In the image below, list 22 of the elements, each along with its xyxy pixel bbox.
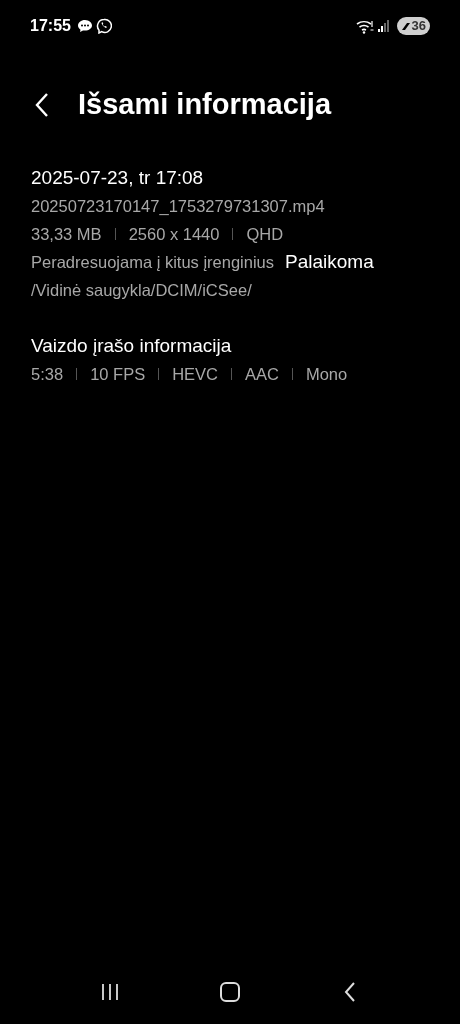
status-time: 17:55 (30, 16, 71, 36)
forwarding-value: Palaikoma (285, 250, 374, 274)
home-button[interactable] (218, 980, 242, 1004)
spec-value: QHD (246, 224, 284, 245)
spec-value: 5:38 (31, 364, 64, 385)
chat-icon (76, 19, 93, 33)
forwarding-label: Peradresuojama į kitus įrenginius (31, 252, 275, 273)
file-path: /Vidinė saugykla/DCIM/iCSee/ (31, 280, 253, 301)
spec-value: 33,33 MB (31, 224, 102, 245)
spec-value: HEVC (172, 364, 218, 385)
date-time: 2025-07-23, tr 17:08 (31, 166, 205, 190)
section-title: Vaizdo įrašo informacija (31, 334, 233, 358)
spec-value: Mono (305, 364, 348, 385)
spec-value: 2560 x 1440 (128, 224, 220, 245)
spec-value: 10 FPS (90, 364, 146, 385)
spec-value: AAC (245, 364, 279, 385)
phone-bubble-icon (95, 18, 112, 34)
signal-icon (377, 20, 390, 32)
page-title: Išsami informacija (78, 87, 332, 123)
battery-indicator: 36 (396, 17, 430, 35)
wifi-icon (355, 18, 374, 34)
file-name: 20250723170147_1753279731307.mp4 (31, 196, 326, 217)
